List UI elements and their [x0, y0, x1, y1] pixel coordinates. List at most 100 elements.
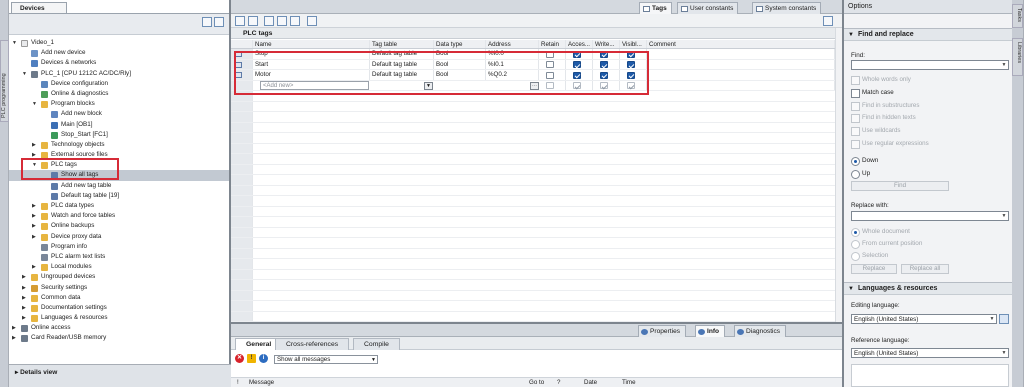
- tree-item[interactable]: ▼ PLC tags: [9, 160, 229, 170]
- tree-item[interactable]: ▶ Online access: [9, 323, 229, 333]
- export-icon[interactable]: [264, 16, 274, 26]
- checkbox-unchecked[interactable]: [546, 71, 554, 79]
- tab-properties[interactable]: Properties: [638, 325, 687, 337]
- direction-down-radio[interactable]: Down: [851, 157, 878, 166]
- checkbox-checked[interactable]: [573, 71, 581, 79]
- col-header-retain[interactable]: Retain: [539, 40, 566, 48]
- cell-comment[interactable]: [647, 49, 835, 59]
- glasses-icon[interactable]: [290, 16, 300, 26]
- tree-item[interactable]: Add new tag table: [9, 181, 229, 191]
- direction-up-radio[interactable]: Up: [851, 170, 870, 179]
- cell-data-type[interactable]: Bool: [434, 49, 486, 59]
- checkbox-checked[interactable]: [600, 61, 608, 68]
- cell-data-type[interactable]: Bool: [434, 70, 486, 80]
- tree-item[interactable]: Default tag table [19]: [9, 191, 229, 201]
- tree-item[interactable]: Online & diagnostics: [9, 89, 229, 99]
- col-header-writable[interactable]: Write...: [593, 40, 620, 48]
- cell-data-type[interactable]: Bool: [434, 59, 486, 69]
- expand-arrow-icon[interactable]: ▶: [12, 333, 18, 343]
- cell-retain[interactable]: [539, 59, 566, 69]
- tree-item[interactable]: ▶ Watch and force tables: [9, 211, 229, 221]
- cell-name[interactable]: Start: [253, 59, 370, 69]
- tree-item[interactable]: ▶ Documentation settings: [9, 303, 229, 313]
- col-header-name[interactable]: Name: [253, 40, 370, 48]
- expand-arrow-icon[interactable]: ▶: [22, 293, 28, 303]
- monitor-icon[interactable]: [277, 16, 287, 26]
- col-header-rownum[interactable]: [231, 40, 253, 48]
- cell-comment[interactable]: [647, 80, 835, 90]
- tree-item[interactable]: ▶ Ungrouped devices: [9, 272, 229, 282]
- tab-user-constants[interactable]: User constants: [677, 2, 739, 14]
- scope-whole-document-radio[interactable]: Whole document: [851, 228, 910, 237]
- tree-item[interactable]: Program info: [9, 242, 229, 252]
- tab-tags[interactable]: Tags: [639, 2, 672, 14]
- tree-item[interactable]: ▶ Online backups: [9, 221, 229, 231]
- cell-accessible[interactable]: [566, 49, 593, 59]
- checkbox-checked[interactable]: [600, 50, 608, 58]
- table-row[interactable]: Stop Default tag table Bool %I0.0: [231, 49, 842, 60]
- tree-item[interactable]: Show all tags: [9, 170, 229, 181]
- expand-arrow-icon[interactable]: ▶: [32, 262, 38, 272]
- cell-comment[interactable]: [647, 70, 835, 80]
- cell-tag-table[interactable]: Default tag table: [370, 49, 434, 59]
- warning-filter-icon[interactable]: !: [247, 354, 256, 363]
- expand-arrow-icon[interactable]: ▶: [32, 201, 38, 211]
- languages-header[interactable]: ▼ Languages & resources: [844, 282, 1012, 295]
- col-header-data-type[interactable]: Data type: [434, 40, 486, 48]
- checkbox-checked[interactable]: [627, 50, 635, 58]
- reference-language-select[interactable]: English (United States) ▼: [851, 348, 1009, 358]
- tree-item[interactable]: ▶ Device proxy data: [9, 232, 229, 242]
- collapse-arrow-icon[interactable]: ▼: [12, 38, 18, 48]
- editor-scrollbar[interactable]: [835, 28, 842, 322]
- tree-item[interactable]: Add new block: [9, 109, 229, 119]
- tree-item[interactable]: ▶ Card Reader/USB memory: [9, 333, 229, 343]
- col-header-visible[interactable]: Visibl...: [620, 40, 647, 48]
- col-header-address[interactable]: Address: [486, 40, 539, 48]
- tree-item[interactable]: Add new device: [9, 48, 229, 58]
- address-picker-icon[interactable]: ⋯: [530, 81, 539, 90]
- add-new-row[interactable]: <Add new> ▼ ⋯: [231, 80, 842, 91]
- tree-item[interactable]: ▶ PLC data types: [9, 201, 229, 211]
- collapse-arrow-icon[interactable]: ▼: [22, 69, 28, 79]
- subtab-cross-references[interactable]: Cross-references: [275, 338, 350, 350]
- checkbox-checked[interactable]: [573, 61, 581, 68]
- replace-input[interactable]: ▼: [851, 211, 1009, 221]
- tree-item[interactable]: ▼ PLC_1 [CPU 1212C AC/DC/Rly]: [9, 69, 229, 79]
- cell-writable[interactable]: [593, 59, 620, 69]
- cell-name[interactable]: Motor: [253, 70, 370, 80]
- language-list-box[interactable]: [851, 364, 1009, 387]
- cell-comment[interactable]: [647, 59, 835, 69]
- use-wildcards-checkbox[interactable]: Use wildcards: [851, 127, 901, 136]
- checkbox-checked[interactable]: [627, 61, 635, 68]
- tree-item[interactable]: Main [OB1]: [9, 120, 229, 130]
- add-new-input[interactable]: <Add new>: [260, 81, 369, 90]
- tab-diagnostics[interactable]: Diagnostics: [734, 325, 787, 337]
- find-hidden-texts-checkbox[interactable]: Find in hidden texts: [851, 114, 916, 123]
- expand-arrow-icon[interactable]: ▶: [22, 283, 28, 293]
- cell-visible[interactable]: [620, 80, 647, 90]
- cell-retain[interactable]: [539, 70, 566, 80]
- expand-arrow-icon[interactable]: ▶: [32, 221, 38, 231]
- collapse-arrow-icon[interactable]: ▼: [32, 99, 38, 109]
- cell-tag-table[interactable]: Default tag table: [370, 59, 434, 69]
- tree-item[interactable]: ▶ External source files: [9, 150, 229, 160]
- cell-address[interactable]: %I0.0: [486, 49, 539, 59]
- cell-accessible[interactable]: [566, 59, 593, 69]
- expand-arrow-icon[interactable]: ▶: [12, 323, 18, 333]
- checkbox-unchecked[interactable]: [546, 50, 554, 58]
- tree-item[interactable]: PLC alarm text lists: [9, 252, 229, 262]
- cell-accessible[interactable]: [566, 80, 593, 90]
- overview-icon[interactable]: [202, 17, 212, 27]
- scope-selection-radio[interactable]: Selection: [851, 252, 888, 261]
- table-row[interactable]: Start Default tag table Bool %I0.1: [231, 59, 842, 70]
- find-button[interactable]: Find: [851, 181, 949, 191]
- cell-tag-table[interactable]: Default tag table: [370, 70, 434, 80]
- devices-tab[interactable]: Devices: [11, 2, 67, 13]
- cell-retain[interactable]: [539, 80, 566, 90]
- data-type-dropdown-icon[interactable]: ▼: [424, 81, 433, 90]
- cell-visible[interactable]: [620, 59, 647, 69]
- add-row-icon[interactable]: [235, 16, 245, 26]
- sort-icon[interactable]: [214, 17, 224, 27]
- cell-address[interactable]: %I0.1: [486, 59, 539, 69]
- collapse-editor-icon[interactable]: [823, 16, 833, 26]
